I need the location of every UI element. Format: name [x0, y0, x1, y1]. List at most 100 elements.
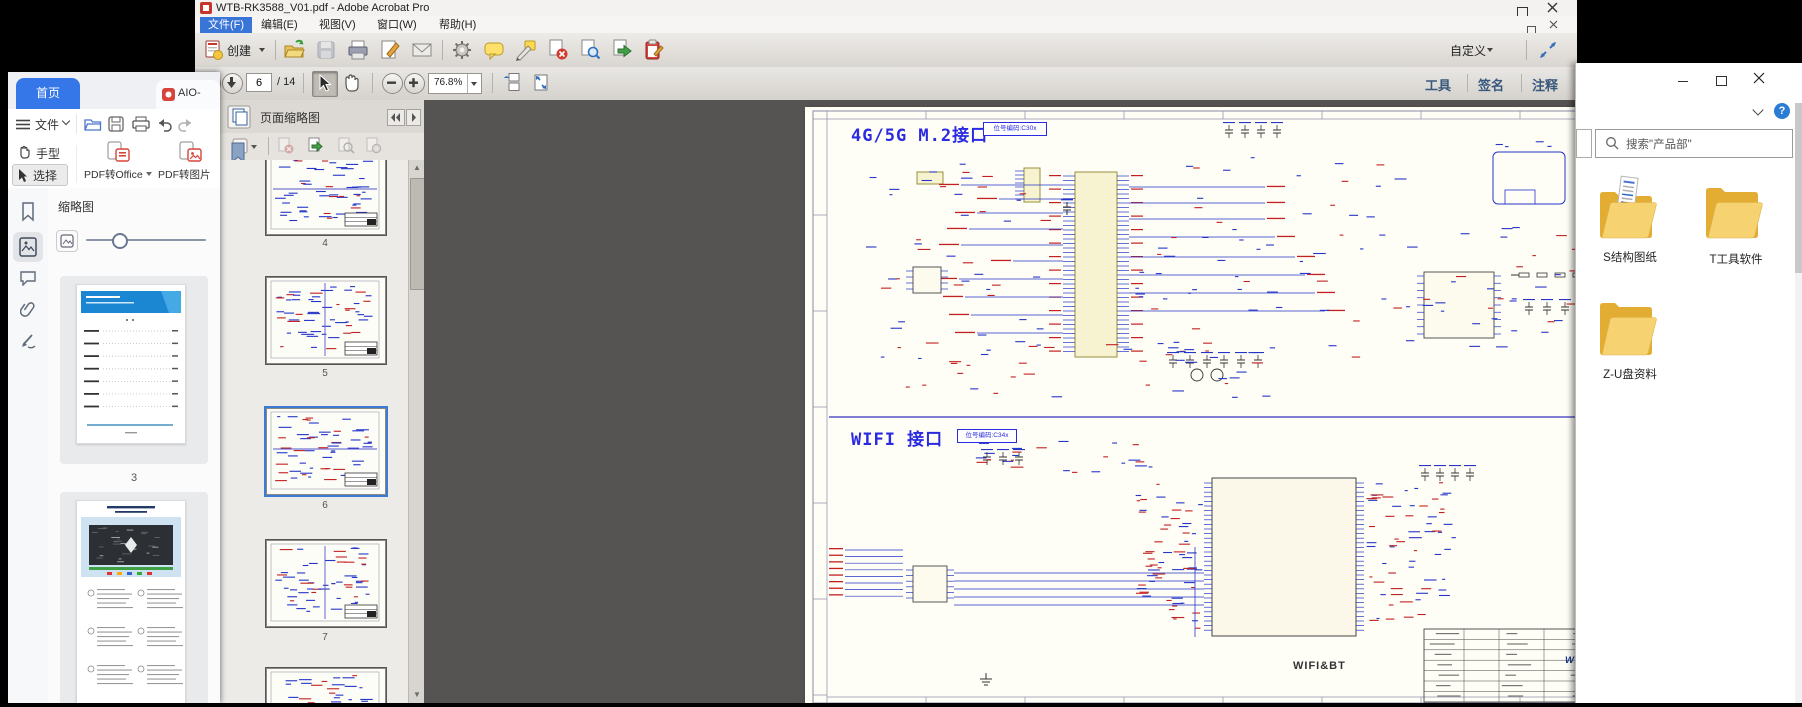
acrobat-titlebar: WTB-RK3588_V01.pdf - Adobe Acrobat Pro: [195, 0, 1577, 17]
help-icon[interactable]: ?: [1774, 103, 1790, 119]
folder-t[interactable]: T工具软件: [1700, 175, 1772, 275]
next-page-icon[interactable]: [222, 73, 243, 94]
tab-comment[interactable]: 注释: [1532, 75, 1558, 94]
edit-clipboard-icon[interactable]: [642, 38, 666, 62]
select-tool-icon[interactable]: [312, 71, 338, 97]
reader-save-icon[interactable]: [108, 116, 124, 132]
section2-title: WIFI 接口: [851, 425, 943, 450]
page-thumb-label: 5: [266, 368, 384, 379]
menu-help[interactable]: 帮助(H): [431, 17, 484, 33]
panel-settings-icon[interactable]: [364, 136, 384, 156]
folder-s[interactable]: S结构图纸: [1594, 173, 1666, 273]
reader-thumb4-holder[interactable]: [60, 492, 208, 703]
explorer-scrollbar[interactable]: [1795, 103, 1802, 703]
pdf-to-office-button[interactable]: PDF转Office: [84, 141, 150, 187]
search-icon: [1605, 136, 1619, 150]
delete-page-icon[interactable]: [546, 38, 570, 62]
panel-delete-page-icon[interactable]: [276, 136, 296, 156]
reader-thumb3-holder[interactable]: [60, 276, 208, 464]
explorer-maximize-icon[interactable]: [1702, 73, 1740, 103]
select-tool-button[interactable]: 选择: [12, 164, 68, 186]
thumbnail-panel-selected[interactable]: [13, 232, 43, 262]
thumb-size-icon[interactable]: [56, 230, 78, 252]
sign-document-icon[interactable]: [378, 38, 402, 62]
pdf-to-image-button[interactable]: PDF转图片: [158, 141, 220, 187]
menu-edit[interactable]: 编辑(E): [253, 17, 306, 33]
fit-window-icon[interactable]: [530, 71, 554, 95]
zoom-level-box[interactable]: 76.8%: [428, 73, 482, 94]
page-thumb-8[interactable]: [266, 668, 386, 703]
reader-print-icon[interactable]: [132, 116, 150, 132]
file-menu[interactable]: 文件: [35, 116, 59, 133]
hand-tool-icon[interactable]: [18, 144, 32, 159]
stamp-icon[interactable]: [20, 332, 37, 349]
acrobat-window: WTB-RK3588_V01.pdf - Adobe Acrobat Pro 文…: [195, 0, 1577, 703]
print-icon[interactable]: [346, 38, 370, 62]
menu-view[interactable]: 视图(V): [311, 17, 364, 33]
page-thumb-7[interactable]: [266, 540, 386, 627]
zoom-out-icon[interactable]: [382, 73, 403, 94]
folder-label: S结构图纸: [1594, 249, 1666, 265]
expand-panel-icon[interactable]: [406, 109, 421, 126]
scroll-up-icon[interactable]: ▲: [409, 163, 425, 172]
slider-knob[interactable]: [112, 233, 128, 249]
hand-tool-icon[interactable]: [340, 71, 364, 95]
thumbnails-panel-header: 页面缩略图: [220, 100, 424, 134]
acrobat-toolbar: [195, 33, 1577, 68]
explorer-close-icon[interactable]: [1740, 72, 1778, 102]
panel-find-icon[interactable]: [336, 136, 356, 156]
close-icon[interactable]: [1547, 2, 1558, 13]
hand-tool-label[interactable]: 手型: [36, 145, 60, 162]
doc-close-icon[interactable]: [1549, 20, 1558, 29]
folder-icon: [1596, 288, 1658, 364]
tab-home[interactable]: 首页: [16, 78, 80, 109]
page-thumb-label: 6: [266, 500, 384, 511]
folder-label: T工具软件: [1700, 251, 1772, 267]
collapse-panel-icon[interactable]: [387, 109, 405, 126]
resize-toolbar-icon[interactable]: [1538, 40, 1558, 60]
scroll-down-icon[interactable]: ▼: [409, 690, 425, 699]
search-box[interactable]: 搜索"产品部": [1595, 129, 1793, 158]
comment-bubble-icon[interactable]: [482, 38, 506, 62]
zoom-caret-icon: [471, 82, 477, 86]
undo-icon[interactable]: [156, 116, 172, 132]
page-thumb-5[interactable]: [266, 277, 386, 364]
highlight-note-icon[interactable]: [514, 38, 538, 62]
reader-page-3-thumb[interactable]: [76, 284, 186, 444]
redo-icon[interactable]: [178, 116, 194, 132]
menu-file[interactable]: 文件(F): [200, 17, 252, 33]
ribbon-collapse-icon[interactable]: [1752, 104, 1763, 115]
select-cursor-icon: [17, 168, 29, 182]
page-number-input[interactable]: [246, 73, 272, 92]
thumb-size-slider[interactable]: [86, 239, 206, 241]
email-icon[interactable]: [410, 38, 434, 62]
folder-z[interactable]: Z-U盘资料: [1594, 288, 1666, 392]
hamburger-icon[interactable]: [16, 119, 30, 130]
page-thumbnails-tab-icon[interactable]: [226, 104, 252, 130]
find-page-icon[interactable]: [578, 38, 602, 62]
tab-document[interactable]: AIO-: [156, 80, 220, 109]
thumbnail-list[interactable]: 4 5 6 7: [220, 160, 408, 703]
tab-sign[interactable]: 签名: [1478, 75, 1504, 94]
scroll-mode-icon[interactable]: [502, 71, 526, 95]
attachment-icon[interactable]: [20, 300, 36, 320]
menu-window[interactable]: 窗口(W): [369, 17, 425, 33]
customize-button[interactable]: 自定义: [1450, 42, 1486, 59]
panel-scrollbar[interactable]: ▲ ▼: [408, 160, 425, 703]
pdf-page[interactable]: 4G/5G M.2接口 位号编码:C30x WIFI 接口 位号编码:C34x …: [805, 107, 1641, 703]
explorer-minimize-icon[interactable]: [1664, 67, 1702, 97]
export-page-icon[interactable]: [610, 38, 634, 62]
open-file-icon[interactable]: [282, 38, 306, 62]
settings-gear-icon[interactable]: [450, 38, 474, 62]
comment-icon[interactable]: [20, 270, 36, 286]
bookmark-icon[interactable]: [20, 202, 36, 222]
pdf-to-image-icon: [178, 141, 202, 163]
tab-tools[interactable]: 工具: [1425, 75, 1451, 94]
save-icon[interactable]: [314, 38, 338, 62]
reader-open-icon[interactable]: [84, 116, 102, 132]
panel-export-page-icon[interactable]: [306, 136, 326, 156]
page-thumb-6-selected[interactable]: [266, 408, 386, 495]
page-thumb-4[interactable]: [266, 160, 386, 235]
reader-page-4-thumb[interactable]: [76, 500, 186, 703]
zoom-in-icon[interactable]: [404, 73, 425, 94]
